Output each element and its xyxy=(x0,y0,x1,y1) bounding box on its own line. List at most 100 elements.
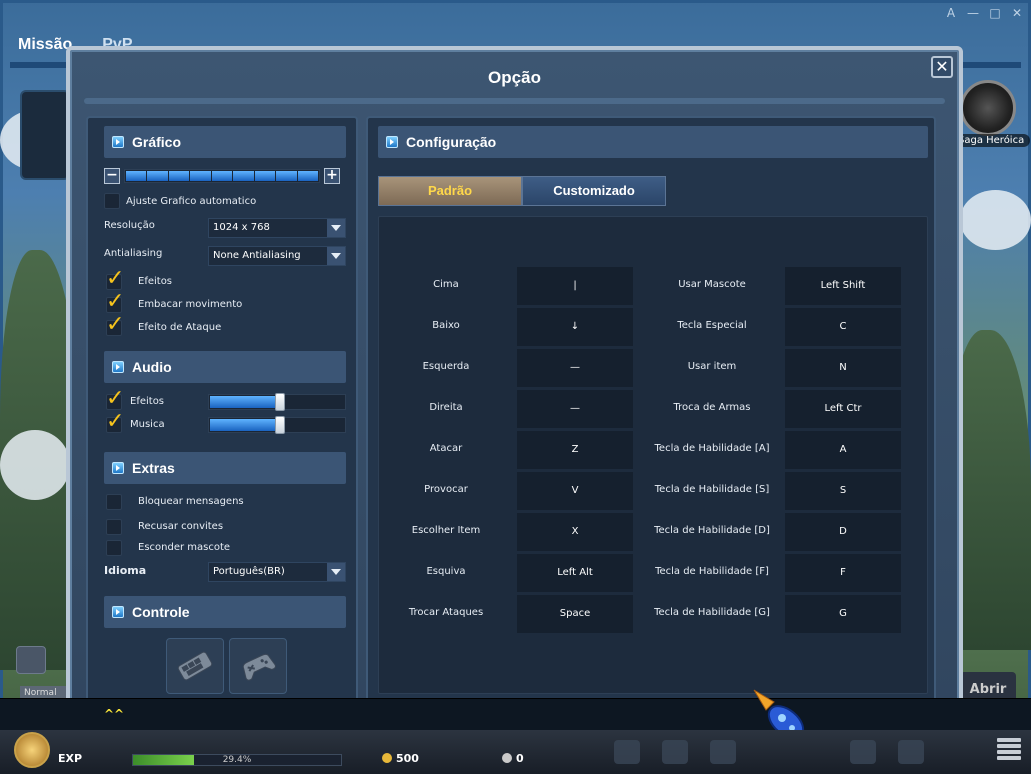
graphics-increase-button[interactable]: + xyxy=(324,168,340,184)
tab-padrao[interactable]: Padrão xyxy=(378,176,522,206)
hero-saga-icon[interactable] xyxy=(960,80,1016,136)
exp-percent: 29.4% xyxy=(222,755,252,765)
hide-pet-label: Esconder mascote xyxy=(138,542,231,553)
slider-fill xyxy=(210,396,282,408)
key-binding-row: Tecla de Habilidade [S] S xyxy=(379,472,929,510)
control-header-label: Controle xyxy=(132,604,190,620)
audio-header-label: Audio xyxy=(132,359,172,375)
hide-pet-checkbox[interactable] xyxy=(106,540,122,556)
key-binding-row: Tecla de Habilidade [F] F xyxy=(379,554,929,592)
dialog-top-divider xyxy=(84,98,945,104)
music-checkbox[interactable] xyxy=(106,411,124,433)
gamepad-control-button[interactable] xyxy=(229,638,287,694)
music-slider[interactable] xyxy=(208,416,346,434)
key-action-label: Tecla Especial xyxy=(677,320,747,331)
key-binding-value[interactable]: D xyxy=(785,513,901,551)
hud-menu-icon[interactable] xyxy=(614,740,640,764)
key-binding-value[interactable]: C xyxy=(785,308,901,346)
hud-menu-icon[interactable] xyxy=(710,740,736,764)
key-binding-value[interactable]: A xyxy=(785,431,901,469)
key-binding-value[interactable]: Left Shift xyxy=(785,267,901,305)
section-arrow-icon xyxy=(386,136,398,148)
hud-menu-icon[interactable] xyxy=(850,740,876,764)
refuse-invites-checkbox[interactable] xyxy=(106,519,122,535)
minimize-button[interactable]: — xyxy=(965,6,981,20)
audio-effects-slider[interactable] xyxy=(208,393,346,411)
motion-blur-label: Embacar movimento xyxy=(138,299,243,310)
extras-header-label: Extras xyxy=(132,460,175,476)
bg-cloud xyxy=(0,430,70,500)
gamepad-icon xyxy=(242,653,276,681)
key-action-label: Usar Mascote xyxy=(678,279,746,290)
refuse-invites-label: Recusar convites xyxy=(138,521,224,532)
megaphone-icon[interactable] xyxy=(16,646,46,674)
cash-value: 0 xyxy=(516,752,524,765)
chevron-down-icon xyxy=(327,563,345,581)
maximize-button[interactable]: □ xyxy=(987,6,1003,20)
audio-effects-checkbox[interactable] xyxy=(106,388,124,410)
key-binding-row: Usar Mascote Left Shift xyxy=(379,267,929,305)
audio-effects-label: Efeitos xyxy=(130,396,165,407)
chat-message: ^^ xyxy=(104,707,125,721)
resolution-select[interactable]: 1024 x 768 xyxy=(208,218,346,238)
slider-thumb[interactable] xyxy=(275,393,286,411)
hud-menu-icon[interactable] xyxy=(898,740,924,764)
key-binding-value[interactable]: Left Ctr xyxy=(785,390,901,428)
graphics-decrease-button[interactable]: − xyxy=(104,168,120,184)
block-messages-label: Bloquear mensagens xyxy=(138,496,244,507)
config-section-header: Configuração xyxy=(378,126,928,158)
language-select[interactable]: Português(BR) xyxy=(208,562,346,582)
hud-menu-icon[interactable] xyxy=(662,740,688,764)
graphics-quality-segment xyxy=(276,171,297,181)
tab-customizado[interactable]: Customizado xyxy=(522,176,666,206)
graphics-section-header: Gráfico xyxy=(104,126,346,158)
attack-effect-label: Efeito de Ataque xyxy=(138,322,222,333)
key-binding-row: Tecla de Habilidade [D] D xyxy=(379,513,929,551)
window-controls: A — □ ✕ xyxy=(943,6,1025,20)
gold-coin-icon xyxy=(382,753,392,763)
graphics-quality-bar[interactable] xyxy=(124,169,320,183)
key-binding-table: Cima | Baixo ↓ Esquerda — Direita — Atacar Z Provo… xyxy=(378,216,928,694)
close-dialog-button[interactable]: ✕ xyxy=(931,56,953,78)
chevron-down-icon xyxy=(327,219,345,237)
graphics-quality-segment xyxy=(297,171,318,181)
settings-left-panel: Gráfico − + Ajuste Grafico automatico Re… xyxy=(86,116,358,716)
auto-adjust-checkbox[interactable] xyxy=(104,193,120,209)
slider-thumb[interactable] xyxy=(275,416,286,434)
effects-checkbox[interactable] xyxy=(106,268,124,290)
exp-bar: 29.4% xyxy=(132,754,342,766)
options-dialog: Opção ✕ Gráfico − + Ajuste Grafico autom… xyxy=(66,46,963,752)
avatar[interactable] xyxy=(14,732,50,768)
close-window-button[interactable]: ✕ xyxy=(1009,6,1025,20)
section-arrow-icon xyxy=(112,136,124,148)
effects-label: Efeitos xyxy=(138,276,173,287)
key-binding-value[interactable]: S xyxy=(785,472,901,510)
hamburger-menu-icon[interactable] xyxy=(997,738,1021,760)
key-binding-value[interactable]: N xyxy=(785,349,901,387)
language-label: Idioma xyxy=(104,564,147,577)
block-messages-checkbox[interactable] xyxy=(106,494,122,510)
key-binding-value[interactable]: G xyxy=(785,595,901,633)
attack-effect-checkbox[interactable] xyxy=(106,314,124,336)
font-size-button[interactable]: A xyxy=(943,6,959,20)
tab-missao[interactable]: Missão xyxy=(18,36,72,54)
key-binding-row: Troca de Armas Left Ctr xyxy=(379,390,929,428)
key-binding-row: Tecla de Habilidade [A] A xyxy=(379,431,929,469)
key-action-label: Usar item xyxy=(687,361,737,372)
slider-fill xyxy=(210,419,282,431)
keyboard-icon xyxy=(177,651,213,681)
key-binding-row: Tecla Especial C xyxy=(379,308,929,346)
key-action-label: Tecla de Habilidade [S] xyxy=(654,484,770,495)
keyboard-control-button[interactable] xyxy=(166,638,224,694)
motion-blur-checkbox[interactable] xyxy=(106,291,124,313)
language-value: Português(BR) xyxy=(213,566,285,577)
graphics-quality-segment xyxy=(233,171,254,181)
exp-label: EXP xyxy=(58,752,83,765)
graphics-quality-segment xyxy=(254,171,276,181)
cash-amount: 0 xyxy=(502,752,524,765)
antialiasing-select[interactable]: None Antialiasing xyxy=(208,246,346,266)
key-action-label: Tecla de Habilidade [F] xyxy=(655,566,769,577)
bg-side-panel xyxy=(20,90,70,180)
key-binding-value[interactable]: F xyxy=(785,554,901,592)
key-binding-row: Tecla de Habilidade [G] G xyxy=(379,595,929,633)
